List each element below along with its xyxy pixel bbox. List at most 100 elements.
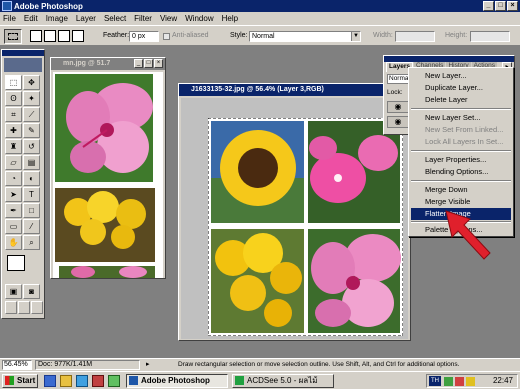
folder-icon[interactable] [60, 375, 72, 387]
volume-icon[interactable] [466, 377, 475, 386]
screen-mode-1-icon[interactable] [5, 301, 17, 314]
tray-icon-2[interactable] [455, 377, 464, 386]
minimize-button[interactable]: _ [483, 1, 494, 11]
feather-input[interactable]: 0 px [129, 31, 159, 42]
height-input[interactable] [470, 31, 510, 42]
zoom-tool-icon[interactable]: ⌕ [23, 235, 40, 250]
menu-separator [411, 108, 511, 110]
brush-tool-icon[interactable]: ✎ [23, 123, 40, 138]
menu-item-delete-layer[interactable]: Delete Layer [411, 94, 511, 106]
tray-icon-1[interactable] [444, 377, 453, 386]
dodge-tool-icon[interactable]: ◐ [23, 171, 40, 186]
status-bar: 56.45% Doc: 977K/1.41M ▸ Draw rectangula… [0, 358, 520, 371]
crop-tool-icon[interactable]: ⌗ [5, 107, 22, 122]
task-acdsee-label: ACDSee 5.0 - ผลไม้ [247, 376, 318, 385]
doc-main-titlebar[interactable]: J1633135-32.jpg @ 56.4% (Layer 3,RGB) [179, 84, 410, 96]
gradient-tool-icon[interactable]: ▤ [23, 155, 40, 170]
lock-label: Lock: [387, 89, 403, 96]
windows-logo-icon [5, 376, 14, 385]
lasso-tool-icon[interactable]: ʘ [5, 91, 22, 106]
screen-mode-3-icon[interactable] [31, 301, 43, 314]
menu-item-layer-properties[interactable]: Layer Properties... [411, 154, 511, 166]
menu-item-new-layer-set[interactable]: New Layer Set... [411, 112, 511, 124]
doc-size-field[interactable]: Doc: 977K/1.41M [35, 360, 140, 370]
eye-icon[interactable]: ◉ [387, 101, 409, 113]
start-button[interactable]: Start [2, 374, 38, 388]
shape-tool-icon[interactable]: □ [23, 203, 40, 218]
menu-edit[interactable]: Edit [24, 14, 38, 23]
intersect-selection-icon[interactable] [72, 30, 84, 42]
media-icon[interactable] [92, 375, 104, 387]
slice-tool-icon[interactable]: ⟋ [23, 107, 40, 122]
menu-help[interactable]: Help [222, 14, 238, 23]
path-select-icon[interactable]: ➤ [5, 187, 22, 202]
menu-item-duplicate-layer[interactable]: Duplicate Layer... [411, 82, 511, 94]
healing-brush-icon[interactable]: ✚ [5, 123, 22, 138]
antialiased-checkbox[interactable] [163, 33, 170, 40]
foreground-color-swatch[interactable] [7, 255, 25, 271]
blend-mode-select[interactable]: Normal [387, 74, 410, 84]
add-selection-icon[interactable] [44, 30, 56, 42]
menu-window[interactable]: Window [185, 14, 213, 23]
menu-item-blending-options[interactable]: Blending Options... [411, 166, 511, 178]
quickmask-mode-icon[interactable]: ◙ [23, 284, 40, 299]
doc-small-minimize-button[interactable]: _ [134, 59, 143, 68]
photo-collage[interactable] [208, 118, 403, 336]
hand-tool-icon[interactable]: ✋ [5, 235, 22, 250]
doc-small-maximize-button[interactable]: □ [144, 59, 153, 68]
taskbar: Start Adobe Photoshop ACDSee 5.0 - ผลไม้… [0, 371, 520, 389]
menu-filter[interactable]: Filter [134, 14, 152, 23]
doc-small-close-button[interactable]: × [154, 59, 163, 68]
hibiscus-photo-large [308, 229, 401, 333]
menu-item-new-set-from-linked: New Set From Linked... [425, 125, 504, 134]
eraser-tool-icon[interactable]: ▱ [5, 155, 22, 170]
task-photoshop[interactable]: Adobe Photoshop [126, 374, 228, 388]
doc-small-title: mn.jpg @ 51.7 [63, 60, 111, 67]
document-window-small[interactable]: mn.jpg @ 51.7 _ □ × [50, 57, 166, 279]
menu-layer[interactable]: Layer [76, 14, 96, 23]
status-hint: Draw rectangular selection or move selec… [178, 361, 460, 368]
history-brush-icon[interactable]: ↺ [23, 139, 40, 154]
outlook-icon[interactable] [76, 375, 88, 387]
type-tool-icon[interactable]: T [23, 187, 40, 202]
doc-small-canvas[interactable] [53, 72, 163, 278]
width-input[interactable] [395, 31, 435, 42]
close-button[interactable]: × [507, 1, 518, 11]
task-acdsee[interactable]: ACDSee 5.0 - ผลไม้ [232, 374, 334, 388]
pen-tool-icon[interactable]: ✒ [5, 203, 22, 218]
stamp-tool-icon[interactable]: ♜ [5, 139, 22, 154]
maximize-button[interactable]: □ [495, 1, 506, 11]
eyedropper-tool-icon[interactable]: ⁄ [23, 219, 40, 234]
adobe-logo-icon [4, 58, 42, 72]
style-select[interactable]: Normal ▼ [249, 31, 361, 42]
menu-view[interactable]: View [160, 14, 177, 23]
eye-icon-2[interactable]: ◉ [387, 116, 409, 128]
system-tray: TH 22:47 [426, 374, 518, 388]
doc-main-title: J1633135-32.jpg @ 56.4% (Layer 3,RGB) [191, 86, 324, 93]
options-bar: Feather: 0 px Anti-aliased Style: Normal… [0, 25, 520, 46]
menu-select[interactable]: Select [104, 14, 126, 23]
menu-image[interactable]: Image [46, 14, 68, 23]
title-bar: Adobe Photoshop _ □ × [0, 0, 520, 12]
menu-separator [411, 150, 511, 152]
menu-item-merge-down[interactable]: Merge Down [411, 184, 511, 196]
menu-file[interactable]: File [3, 14, 16, 23]
move-tool-icon[interactable]: ✥ [23, 75, 40, 90]
marquee-preset-button[interactable] [4, 29, 22, 44]
notes-tool-icon[interactable]: ▭ [5, 219, 22, 234]
document-window-main[interactable]: J1633135-32.jpg @ 56.4% (Layer 3,RGB) [178, 83, 411, 341]
language-indicator[interactable]: TH [429, 376, 441, 386]
screen-mode-2-icon[interactable] [18, 301, 30, 314]
ie-icon[interactable] [44, 375, 56, 387]
zoom-field[interactable]: 56.45% [2, 360, 32, 370]
new-selection-icon[interactable] [30, 30, 42, 42]
subtract-selection-icon[interactable] [58, 30, 70, 42]
standard-mode-icon[interactable]: ▣ [5, 284, 22, 299]
menu-item-new-layer[interactable]: New Layer... [411, 70, 511, 82]
blur-tool-icon[interactable]: ◔ [5, 171, 22, 186]
magic-wand-tool-icon[interactable]: ✦ [23, 91, 40, 106]
quicklaunch-icon[interactable] [108, 375, 120, 387]
doc-main-canvas-area [181, 98, 408, 339]
window-title: Adobe Photoshop [14, 1, 83, 11]
marquee-tool-icon[interactable]: ⬚ [5, 75, 22, 90]
